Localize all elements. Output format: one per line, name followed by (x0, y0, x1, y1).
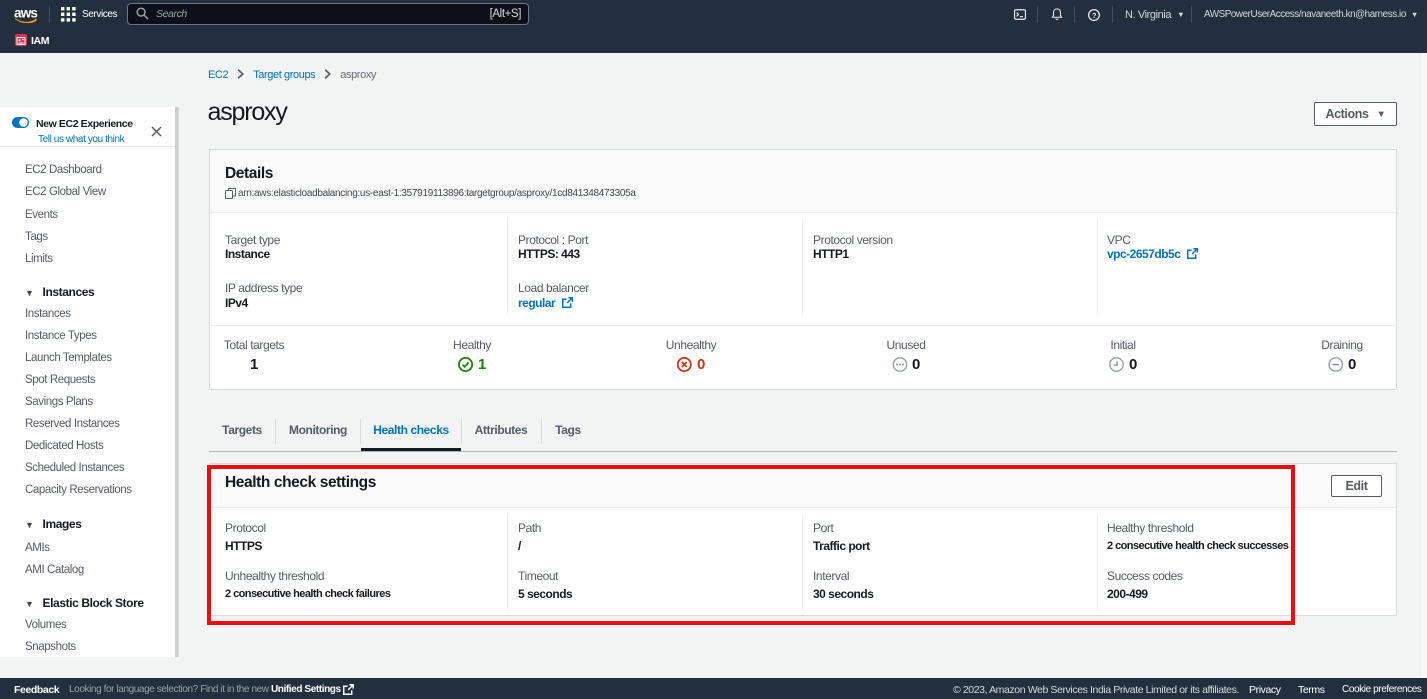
svg-text:?: ? (1092, 10, 1097, 19)
svg-text:aws: aws (14, 6, 37, 21)
